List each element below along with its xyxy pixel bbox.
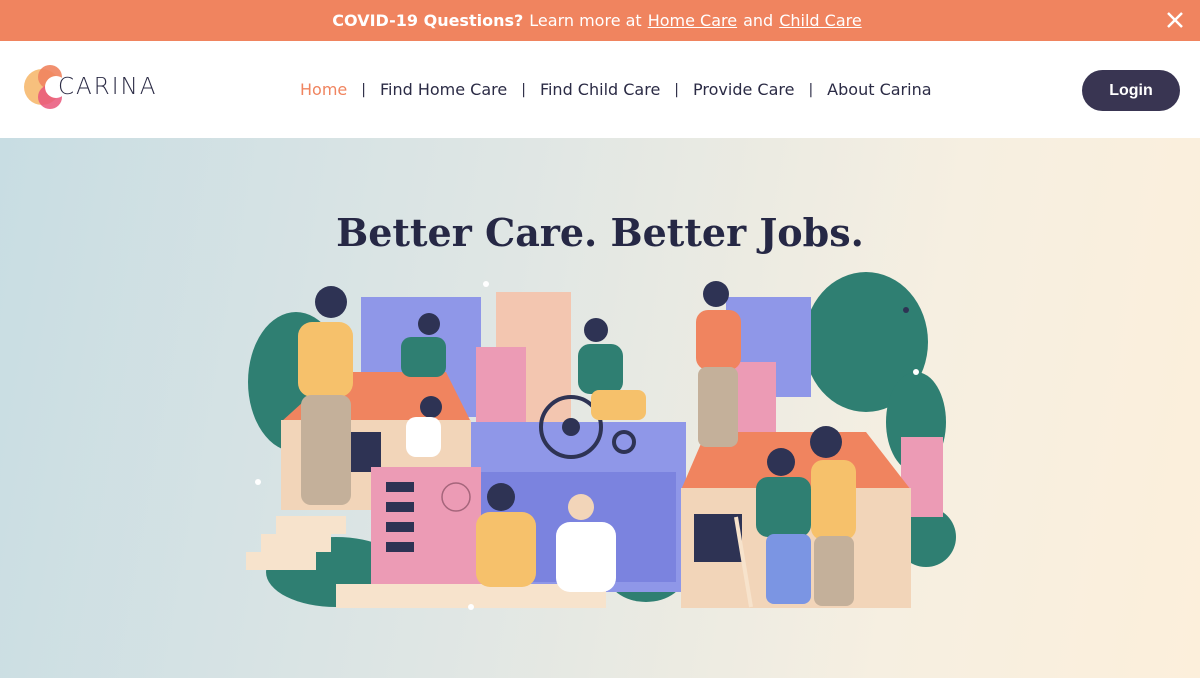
nav-home[interactable]: Home xyxy=(300,80,347,99)
banner-bold-text: COVID-19 Questions? xyxy=(332,11,524,30)
carina-logo[interactable]: CARINA xyxy=(20,57,158,117)
banner-link-home-care[interactable]: Home Care xyxy=(648,11,737,30)
nav-separator: | xyxy=(808,81,814,98)
nav-separator: | xyxy=(361,81,366,98)
nav-separator: | xyxy=(521,81,526,98)
nav-separator: | xyxy=(674,81,680,98)
nav-find-child-care[interactable]: Find Child Care xyxy=(540,80,660,99)
covid-banner: COVID-19 Questions? Learn more at Home C… xyxy=(0,0,1200,41)
hero-headline: Better Care. Better Jobs. xyxy=(336,210,864,255)
close-icon[interactable] xyxy=(1164,9,1186,31)
hero-section: Better Care. Better Jobs. xyxy=(0,138,1200,678)
site-header: CARINA Home | Find Home Care | Find Chil… xyxy=(0,41,1200,138)
community-care-illustration xyxy=(246,272,956,610)
login-button[interactable]: Login xyxy=(1082,70,1180,111)
banner-and-text: and xyxy=(743,11,774,30)
banner-text: Learn more at xyxy=(529,11,642,30)
logo-wordmark: CARINA xyxy=(58,74,158,100)
banner-link-child-care[interactable]: Child Care xyxy=(779,11,862,30)
main-nav: Home | Find Home Care | Find Child Care … xyxy=(300,80,932,99)
nav-find-home-care[interactable]: Find Home Care xyxy=(380,80,507,99)
nav-about-carina[interactable]: About Carina xyxy=(827,80,931,99)
nav-provide-care[interactable]: Provide Care xyxy=(693,80,794,99)
